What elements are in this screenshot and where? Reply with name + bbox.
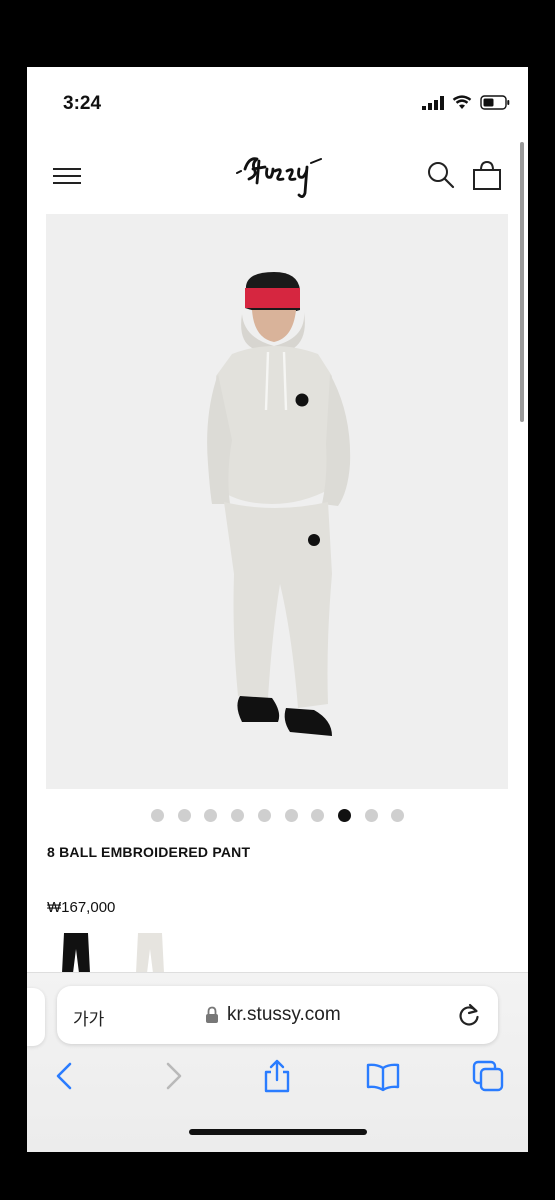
page-settings-button[interactable]: 가가 [73, 1005, 104, 1030]
search-icon[interactable] [427, 161, 455, 189]
hamburger-menu-icon[interactable] [53, 165, 81, 187]
tabs-icon[interactable] [470, 1058, 506, 1094]
battery-icon [480, 95, 510, 110]
product-image[interactable] [46, 214, 508, 789]
page-scrollbar[interactable] [520, 142, 524, 422]
signal-icon [422, 95, 444, 110]
gallery-pagination [27, 809, 528, 823]
swatch-ash-heather[interactable] [135, 933, 165, 973]
status-time: 3:24 [63, 93, 102, 114]
address-bar[interactable]: 가가 kr.stussy.com [57, 986, 498, 1044]
stussy-logo[interactable] [235, 147, 325, 205]
site-header [27, 147, 528, 207]
gallery-dot[interactable] [231, 809, 245, 822]
product-price: ₩167,000 [47, 899, 116, 916]
share-icon[interactable] [259, 1058, 295, 1094]
previous-tab-peek[interactable] [27, 988, 45, 1046]
gallery-dot[interactable] [151, 809, 164, 822]
status-bar: 3:24 [27, 67, 528, 137]
swatch-black[interactable] [61, 933, 91, 973]
product-title: 8 BALL EMBROIDERED PANT [47, 844, 251, 860]
lock-icon [206, 1006, 218, 1023]
gallery-dot[interactable] [337, 809, 351, 822]
gallery-dot[interactable] [311, 809, 325, 822]
phone-screen: 3:24 8 BALL EMBROIDERED PANT ₩167,000 가가… [27, 67, 528, 1152]
gallery-dot[interactable] [391, 809, 405, 822]
gallery-dot[interactable] [257, 809, 271, 822]
reload-icon[interactable] [455, 1001, 483, 1029]
gallery-dot[interactable] [204, 809, 218, 822]
gallery-dot[interactable] [364, 809, 378, 822]
url-text: kr.stussy.com [227, 1004, 341, 1025]
forward-icon[interactable] [155, 1058, 191, 1094]
browser-toolbar: 가가 kr.stussy.com [27, 972, 528, 1152]
status-icons [422, 95, 510, 110]
gallery-dot[interactable] [284, 809, 298, 822]
wifi-icon [452, 95, 472, 109]
model-photo [207, 272, 351, 736]
shopping-bag-icon[interactable] [472, 159, 502, 191]
home-indicator[interactable] [189, 1129, 367, 1135]
gallery-dot[interactable] [177, 809, 191, 822]
back-icon[interactable] [47, 1058, 83, 1094]
bookmarks-icon[interactable] [365, 1058, 401, 1094]
